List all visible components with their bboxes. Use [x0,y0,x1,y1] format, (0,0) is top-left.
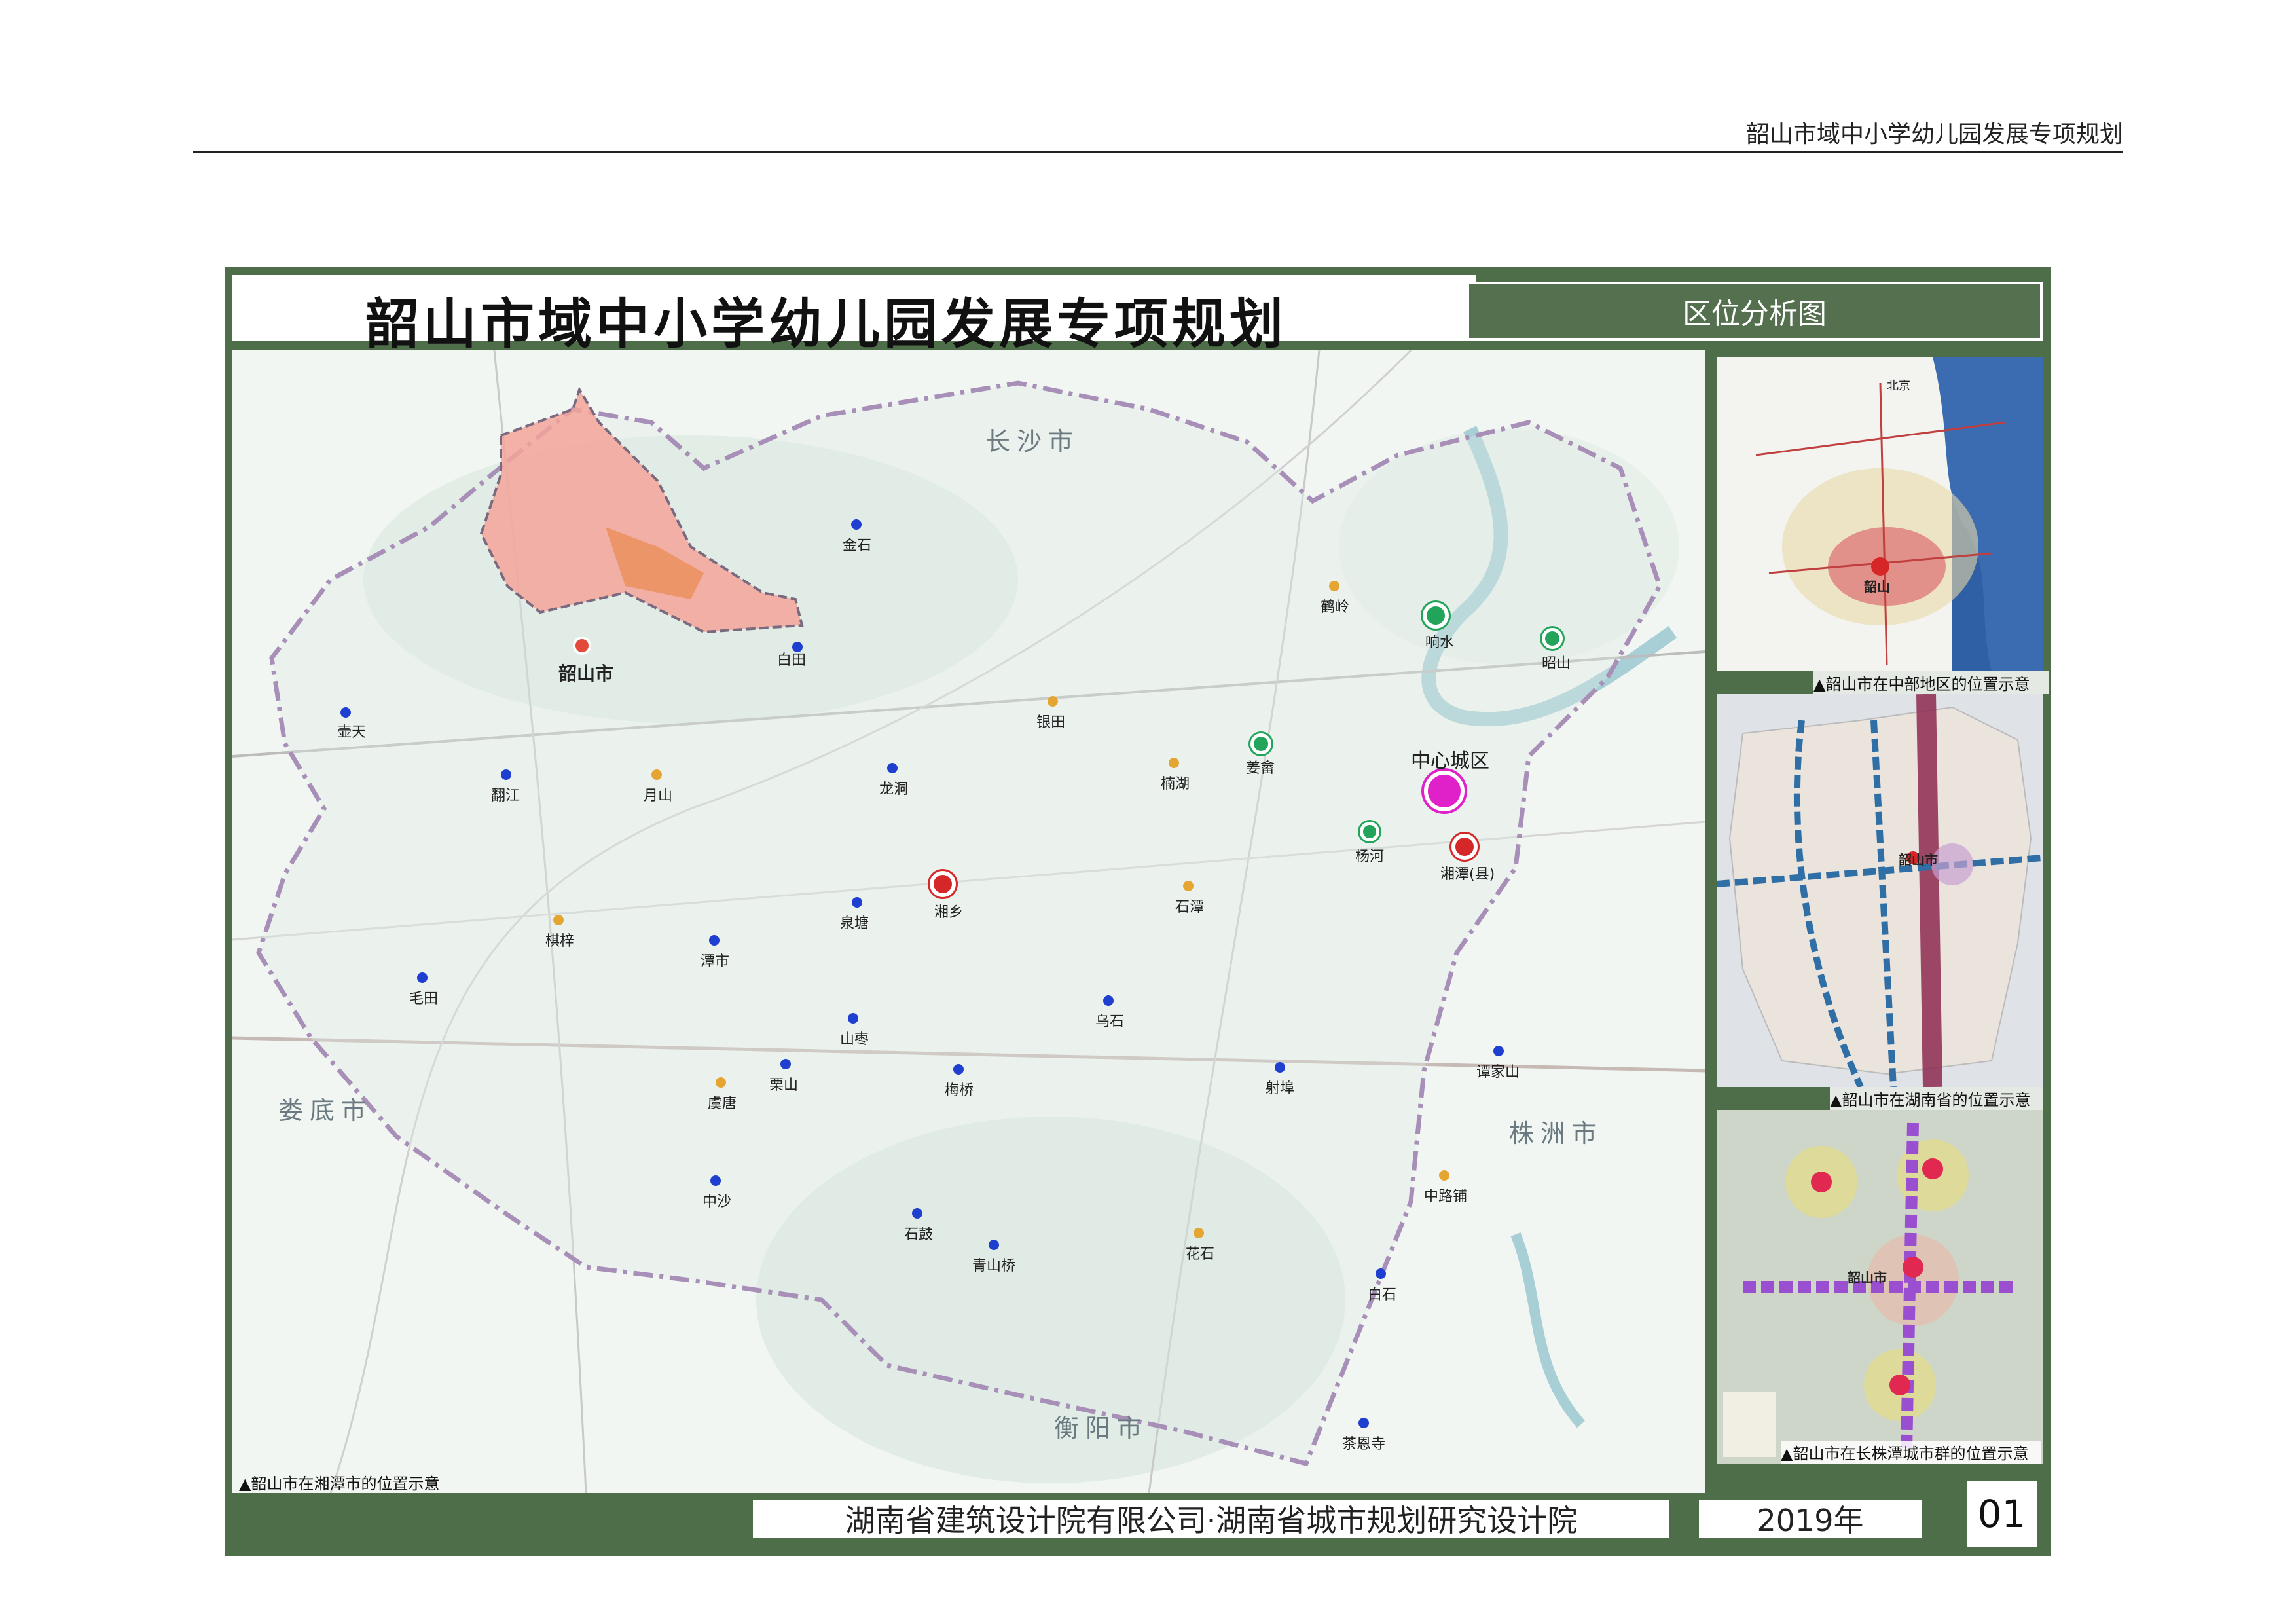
town-dot-blue[interactable] [887,763,898,773]
city-label-changsha: 长沙市 [985,427,1080,456]
town-dot-blue[interactable] [340,707,351,718]
inset-hunan[interactable]: 韶山市 [1717,694,2043,1087]
town-label-blue: 壶天 [337,724,367,741]
board-subtitle: 区位分析图 [1467,282,2043,341]
town-label-orange: 中路铺 [1424,1189,1468,1205]
inset-2-caption: ▲韶山市在湖南省的位置示意 [1830,1087,2043,1110]
page-number: 01 [1964,1479,2039,1549]
town-dot-blue[interactable] [710,1175,721,1186]
inset-central-china[interactable]: 北京 韶山 [1717,357,2043,671]
inset-changzhutan[interactable]: 韶山市 [1717,1110,2043,1464]
town-dot-blue[interactable] [1275,1062,1285,1073]
town-dot-orange[interactable] [553,915,564,925]
city-label-loudi: 娄底市 [278,1096,373,1125]
town-dot-orange[interactable] [651,769,662,780]
county-marker-xiangtan[interactable] [1451,834,1478,860]
town-dot-blue[interactable] [417,972,428,983]
town-label-green: 响水 [1425,635,1455,651]
town-label-green: 昭山 [1542,655,1571,672]
town-marker-green[interactable] [1250,733,1271,754]
town-dot-blue[interactable] [1493,1046,1504,1056]
town-label-blue: 金石 [843,538,872,554]
town-label-blue: 中沙 [702,1194,732,1210]
town-dot-blue[interactable] [501,769,511,780]
inset-3-canvas [1723,1122,2018,1457]
town-label-blue: 茶恩寺 [1342,1436,1386,1452]
inset-3-caption: ▲韶山市在长株潭城市群的位置示意 [1781,1441,2041,1464]
county-label-xiangtan: 湘潭(县) [1440,866,1495,883]
inset-1-label-shaoshan: 韶山 [1864,579,1890,595]
town-label-blue: 射埠 [1266,1080,1295,1097]
town-label-orange: 鹤岭 [1321,599,1350,616]
company-name: 湖南省建筑设计院有限公司·湖南省城市规划研究设计院 [753,1500,1669,1538]
county-marker-xiangxiang[interactable] [930,871,956,897]
inset-1-caption: ▲韶山市在中部地区的位置示意 [1813,671,2049,694]
main-map-caption: ▲韶山市在湘潭市的位置示意 [239,1475,440,1493]
town-dot-blue[interactable] [780,1059,791,1069]
town-dot-blue[interactable] [989,1240,999,1250]
inset-1-canvas [1755,357,2043,671]
town-label-orange: 花石 [1186,1246,1215,1263]
town-dot-blue[interactable] [709,935,720,946]
town-label-blue: 石鼓 [904,1227,934,1243]
town-label-orange: 虞唐 [708,1096,737,1112]
town-dot-orange[interactable] [1048,696,1058,707]
inset-2-label-shaoshan: 韶山市 [1899,852,1938,868]
town-dot-orange[interactable] [1194,1228,1204,1238]
town-label-blue: 栗山 [769,1077,799,1094]
town-label-blue: 山枣 [840,1031,869,1048]
board-title: 韶山市域中小学幼儿园发展专项规划 [365,293,1288,356]
town-dot-blue[interactable] [851,519,862,530]
town-dot-orange[interactable] [1169,758,1179,768]
plan-year: 2019年 [1699,1500,1922,1538]
town-dot-orange[interactable] [1439,1170,1449,1181]
town-dot-orange[interactable] [716,1077,726,1088]
town-label-orange: 石潭 [1175,899,1205,915]
county-label-xiangxiang: 湘乡 [934,904,964,921]
city-label-zhuzhou: 株洲市 [1509,1119,1604,1148]
inset-2-canvas [1717,694,2043,1087]
town-label-orange: 银田 [1036,714,1066,731]
town-label-orange: 棋梓 [545,933,575,950]
town-dot-blue[interactable] [1376,1268,1386,1279]
town-label-blue: 白田 [777,652,807,669]
town-label-blue: 白石 [1368,1287,1397,1303]
map-canvas [232,350,1705,1493]
shaoshan-label: 韶山市 [558,663,614,684]
town-marker-green[interactable] [1360,822,1379,841]
town-dot-orange[interactable] [1183,881,1194,891]
town-label-green: 杨河 [1355,849,1385,865]
town-label-green: 姜畲 [1246,760,1275,777]
town-label-blue: 乌石 [1095,1014,1125,1030]
town-label-orange: 楠湖 [1161,776,1190,792]
town-label-blue: 翻江 [491,788,520,804]
inset-1-label-beijing: 北京 [1887,379,1910,393]
town-label-blue: 谭家山 [1476,1064,1520,1080]
main-map[interactable]: 长沙市 娄底市 株洲市 衡阳市 韶山市 中心城区 湘潭(县) 湘乡 响水 昭山 … [232,350,1705,1493]
town-dot-blue[interactable] [848,1013,858,1024]
town-dot-blue[interactable] [852,897,862,908]
town-dot-blue[interactable] [953,1064,964,1075]
town-dot-blue[interactable] [912,1208,922,1219]
town-label-blue: 梅桥 [945,1082,974,1099]
center-district-marker[interactable] [1424,771,1465,811]
town-dot-blue[interactable] [1358,1418,1369,1428]
town-label-blue: 潭市 [701,953,730,970]
inset-3-label-shaoshan: 韶山市 [1848,1270,1887,1285]
center-district-label: 中心城区 [1411,750,1489,773]
town-label-blue: 毛田 [409,991,439,1007]
town-marker-green[interactable] [1542,628,1563,649]
town-label-blue: 龙洞 [879,781,909,798]
town-dot-blue[interactable] [1103,995,1114,1006]
town-label-blue: 青山桥 [972,1258,1016,1274]
header-rule [193,151,2123,153]
town-label-orange: 月山 [644,788,673,804]
town-label-blue: 泉塘 [840,915,869,932]
town-dot-orange[interactable] [1329,581,1339,591]
shaoshan-marker[interactable] [573,637,591,655]
town-marker-green[interactable] [1423,602,1449,629]
document-header: 韶山市域中小学幼儿园发展专项规划 [1745,121,2123,148]
city-label-hengyang: 衡阳市 [1054,1414,1149,1443]
